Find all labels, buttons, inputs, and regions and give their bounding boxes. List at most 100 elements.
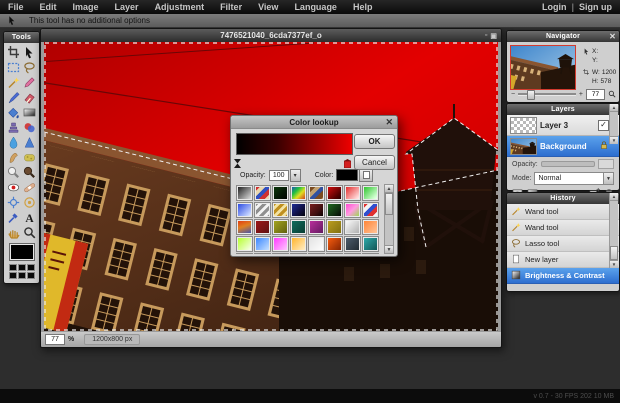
opacity-input[interactable]: 100 bbox=[268, 169, 289, 181]
menu-item-language[interactable]: Language bbox=[286, 2, 345, 12]
gradient-swatch[interactable] bbox=[272, 236, 289, 252]
pinch-tool[interactable] bbox=[22, 195, 37, 209]
color-replace-tool[interactable] bbox=[22, 120, 37, 134]
gradient-swatch[interactable] bbox=[254, 219, 271, 235]
zoom-tool[interactable] bbox=[22, 225, 37, 239]
window-minimize-icon[interactable]: ▫ bbox=[485, 32, 487, 39]
gradient-swatch[interactable] bbox=[308, 219, 325, 235]
gradient-swatch[interactable] bbox=[272, 202, 289, 218]
navigator-thumbnail[interactable] bbox=[510, 45, 576, 90]
gradient-swatch[interactable] bbox=[290, 185, 307, 201]
scroll-up-icon[interactable]: ▲ bbox=[610, 193, 618, 201]
zoom-slider-thumb[interactable] bbox=[527, 89, 536, 100]
hand-tool[interactable] bbox=[6, 225, 21, 239]
gradient-swatch[interactable] bbox=[254, 185, 271, 201]
menu-item-edit[interactable]: Edit bbox=[32, 2, 65, 12]
crop-tool[interactable] bbox=[6, 45, 21, 59]
layer-opacity-slider[interactable] bbox=[540, 161, 595, 167]
scroll-down-icon[interactable]: ▼ bbox=[610, 260, 618, 268]
gradient-swatch[interactable] bbox=[254, 202, 271, 218]
gradient-swatch[interactable] bbox=[326, 219, 343, 235]
gradient-swatch[interactable] bbox=[236, 219, 253, 235]
copy-color-icon[interactable] bbox=[359, 168, 374, 182]
window-maximize-icon[interactable]: ▣ bbox=[490, 32, 497, 40]
marquee-tool[interactable] bbox=[6, 60, 21, 74]
canvas-zoom-input[interactable]: 77 bbox=[45, 334, 65, 345]
image-window-titlebar[interactable]: 7476521040_6cda7377ef_o ▫ ▣ bbox=[41, 29, 501, 42]
gradient-swatch[interactable] bbox=[308, 202, 325, 218]
palette-square[interactable] bbox=[8, 272, 17, 279]
gradient-swatch[interactable] bbox=[254, 236, 271, 252]
opacity-spinner-icon[interactable]: ▾ bbox=[289, 168, 301, 182]
clone-stamp-tool[interactable] bbox=[6, 120, 21, 134]
gradient-swatch[interactable] bbox=[326, 202, 343, 218]
wand-tool[interactable] bbox=[6, 75, 21, 89]
gradient-swatch[interactable] bbox=[290, 219, 307, 235]
gradient-swatch[interactable] bbox=[290, 236, 307, 252]
pencil-tool[interactable] bbox=[22, 75, 37, 89]
sponge-tool[interactable] bbox=[22, 150, 37, 164]
palette-square[interactable] bbox=[26, 264, 35, 271]
gradient-swatch[interactable] bbox=[344, 253, 361, 254]
gradient-swatch[interactable] bbox=[236, 253, 253, 254]
gradient-swatch[interactable] bbox=[362, 202, 379, 218]
signup-link[interactable]: Sign up bbox=[579, 2, 612, 12]
gradient-swatch[interactable] bbox=[326, 236, 343, 252]
menu-item-image[interactable]: Image bbox=[65, 2, 107, 12]
colorpicker-tool[interactable] bbox=[6, 210, 21, 224]
history-item[interactable]: Brightness & Contrast bbox=[507, 268, 619, 284]
gradient-swatch[interactable] bbox=[290, 253, 307, 254]
history-item[interactable]: Lasso tool bbox=[507, 236, 619, 252]
ok-button[interactable]: OK bbox=[354, 134, 395, 149]
gradient-stop-red[interactable] bbox=[343, 155, 352, 169]
gradient-swatch[interactable] bbox=[308, 185, 325, 201]
gradient-swatch[interactable] bbox=[344, 236, 361, 252]
red-eye-tool[interactable] bbox=[6, 180, 21, 194]
palette-square[interactable] bbox=[26, 272, 35, 279]
move-tool[interactable] bbox=[22, 45, 37, 59]
gradient-swatch[interactable] bbox=[236, 236, 253, 252]
navigator-zoom-slider[interactable] bbox=[518, 89, 576, 100]
sharpen-tool[interactable] bbox=[22, 135, 37, 149]
bloat-tool[interactable] bbox=[6, 195, 21, 209]
gradient-swatch[interactable] bbox=[272, 253, 289, 254]
gradient-swatch[interactable] bbox=[254, 253, 271, 254]
gradient-swatch[interactable] bbox=[236, 202, 253, 218]
spot-heal-tool[interactable] bbox=[22, 180, 37, 194]
history-scrollbar[interactable]: ▲ ▼ bbox=[609, 193, 618, 268]
stop-color-swatch[interactable] bbox=[336, 169, 359, 181]
history-item[interactable]: Wand tool bbox=[507, 220, 619, 236]
gradient-swatch[interactable] bbox=[236, 185, 253, 201]
layer-visibility-checkbox[interactable]: ✓ bbox=[598, 119, 609, 131]
gradient-swatch[interactable] bbox=[272, 185, 289, 201]
gradient-swatch[interactable] bbox=[362, 185, 379, 201]
history-item[interactable]: New layer bbox=[507, 252, 619, 268]
foreground-color-swatch[interactable] bbox=[8, 243, 35, 261]
layer-opacity-value[interactable] bbox=[598, 159, 614, 169]
gradient-swatch[interactable] bbox=[290, 202, 307, 218]
gradient-swatch[interactable] bbox=[344, 185, 361, 201]
menu-item-file[interactable]: File bbox=[0, 2, 32, 12]
gradient-swatch[interactable] bbox=[362, 219, 379, 235]
layers-scrollbar[interactable]: ▲ ▼ bbox=[609, 104, 618, 144]
scroll-down-icon[interactable]: ▼ bbox=[385, 245, 393, 253]
close-icon[interactable]: ✕ bbox=[609, 31, 616, 42]
gradient-stop-black[interactable] bbox=[234, 155, 241, 168]
navigator-zoom-input[interactable]: 77 bbox=[586, 88, 605, 100]
gradient-swatch[interactable] bbox=[272, 219, 289, 235]
layer-row-layer-3[interactable]: Layer 3 ✓ bbox=[507, 115, 619, 136]
gradient-swatch[interactable] bbox=[326, 185, 343, 201]
smudge-tool[interactable] bbox=[6, 150, 21, 164]
gradient-swatch[interactable] bbox=[308, 236, 325, 252]
palette-square[interactable] bbox=[17, 264, 26, 271]
blur-tool[interactable] bbox=[6, 135, 21, 149]
brush-tool[interactable] bbox=[6, 90, 21, 104]
scroll-thumb[interactable] bbox=[385, 193, 393, 215]
scroll-thumb[interactable] bbox=[610, 246, 618, 260]
dodge-tool[interactable] bbox=[6, 165, 21, 179]
burn-tool[interactable] bbox=[22, 165, 37, 179]
menu-item-adjustment[interactable]: Adjustment bbox=[147, 2, 213, 12]
gradient-swatch[interactable] bbox=[344, 202, 361, 218]
lasso-tool[interactable] bbox=[22, 60, 37, 74]
menu-item-view[interactable]: View bbox=[250, 2, 286, 12]
